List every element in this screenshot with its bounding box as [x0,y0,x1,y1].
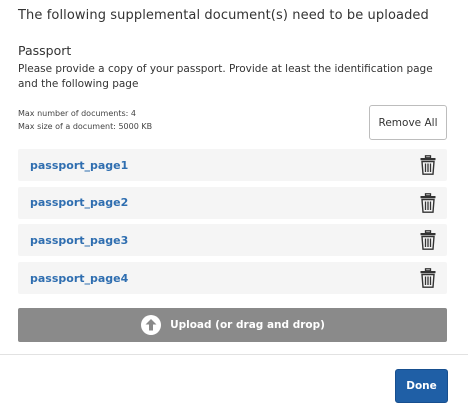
dialog-heading: The following supplemental document(s) n… [18,8,429,23]
trash-icon[interactable] [419,155,437,175]
document-row: passport_page1 [18,149,447,181]
section-description: Please provide a copy of your passport. … [18,63,433,90]
document-row: passport_page4 [18,262,447,295]
document-link[interactable]: passport_page4 [30,272,128,285]
max-documents-text: Max number of documents: 4 [18,109,136,118]
document-list: passport_page1 passport_page2 passport_p… [18,149,447,300]
trash-icon[interactable] [419,230,437,251]
document-row: passport_page3 [18,224,447,257]
document-link[interactable]: passport_page1 [30,159,128,172]
footer-divider [0,354,468,355]
document-link[interactable]: passport_page3 [30,234,128,247]
done-button[interactable]: Done [395,369,448,403]
document-row: passport_page2 [18,186,447,219]
upload-button-label: Upload (or drag and drop) [170,319,325,331]
upload-button[interactable]: Upload (or drag and drop) [18,308,447,342]
trash-icon[interactable] [419,192,437,213]
remove-all-button[interactable]: Remove All [369,105,447,140]
upload-limits: Max number of documents: 4 Max size of a… [18,107,152,133]
trash-icon[interactable] [419,268,437,288]
document-link[interactable]: passport_page2 [30,196,128,209]
max-size-text: Max size of a document: 5000 KB [18,122,153,131]
upload-arrow-icon [140,314,162,336]
section-title: Passport [18,43,72,58]
